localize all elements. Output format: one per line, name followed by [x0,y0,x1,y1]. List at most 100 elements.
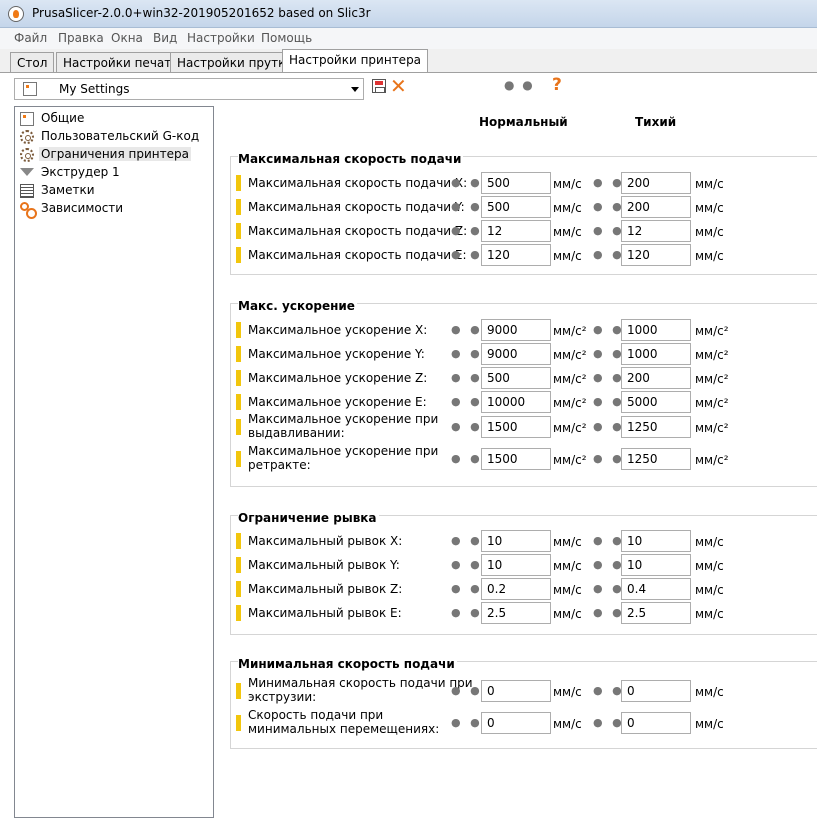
menu-view[interactable]: Вид [153,31,177,45]
group-title: Ограничение рывка [238,511,379,525]
menu-file[interactable]: Файл [14,31,47,45]
lock-undo-dots[interactable]: ● ● [593,582,625,595]
normal-value-input[interactable]: 0 [481,680,551,702]
unit-label: мм/с [553,583,582,597]
lock-undo-dots[interactable]: ● ● [451,176,483,189]
lock-undo-dots[interactable]: ● ● [451,452,483,465]
silent-value-input[interactable]: 1250 [621,448,691,470]
setting-label: Максимальный рывок Y: [248,558,400,572]
preset-select[interactable]: My Settings [14,78,364,100]
lock-undo-dots[interactable]: ● ● [593,716,625,729]
normal-value-input[interactable]: 1500 [481,448,551,470]
unit-label: мм/с² [695,372,729,386]
menu-edit[interactable]: Правка [58,31,104,45]
lock-undo-dots[interactable]: ● ● [451,248,483,261]
lock-undo-dots[interactable]: ● ● [593,452,625,465]
printer-preset-icon [23,82,37,96]
lock-undo-dots[interactable]: ● ● [593,534,625,547]
lock-undo-dots[interactable]: ● ● [451,606,483,619]
lock-undo-dots[interactable]: ● ● [593,176,625,189]
lock-undo-dots[interactable]: ● ● [451,558,483,571]
normal-value-input[interactable]: 12 [481,220,551,242]
silent-value-input[interactable]: 1250 [621,416,691,438]
unit-label: мм/с [695,249,724,263]
setting-row: Минимальная скорость подачи при экструзии… [236,676,796,704]
menu-settings[interactable]: Настройки [187,31,255,45]
cog-icon [20,130,34,144]
silent-value-input[interactable]: 120 [621,244,691,266]
unit-label: мм/с [553,535,582,549]
lock-undo-dots[interactable]: ● ● [593,371,625,384]
normal-value-input[interactable]: 0 [481,712,551,734]
setting-label: Скорость подачи при минимальных перемещен… [248,708,440,736]
lock-undo-dots[interactable]: ● ● [593,684,625,697]
lock-undo-dots[interactable]: ● ● [451,371,483,384]
normal-value-input[interactable]: 500 [481,172,551,194]
normal-value-input[interactable]: 0.2 [481,578,551,600]
silent-value-input[interactable]: 0 [621,712,691,734]
mode-indicator[interactable]: ● ● [504,78,535,92]
lock-undo-dots[interactable]: ● ● [593,420,625,433]
normal-value-input[interactable]: 10 [481,554,551,576]
lock-undo-dots[interactable]: ● ● [451,716,483,729]
lock-undo-dots[interactable]: ● ● [593,347,625,360]
tab-plater[interactable]: Стол [10,52,55,73]
lock-undo-dots[interactable]: ● ● [593,200,625,213]
silent-value-input[interactable]: 0.4 [621,578,691,600]
setting-row: Максимальное ускорение при ретракте: ● ● 15… [236,444,796,472]
lock-undo-dots[interactable]: ● ● [451,224,483,237]
silent-value-input[interactable]: 10 [621,530,691,552]
setting-row: Максимальная скорость подачи E: ● ● 120 мм/… [236,244,796,266]
setting-row: Максимальная скорость подачи X: ● ● 500 мм/… [236,172,796,194]
lock-undo-dots[interactable]: ● ● [593,395,625,408]
lock-undo-dots[interactable]: ● ● [451,420,483,433]
lock-undo-dots[interactable]: ● ● [593,224,625,237]
silent-value-input[interactable]: 2.5 [621,602,691,624]
normal-value-input[interactable]: 2.5 [481,602,551,624]
normal-value-input[interactable]: 10 [481,530,551,552]
silent-value-input[interactable]: 1000 [621,343,691,365]
help-icon[interactable]: ? [552,75,562,95]
tree-item-label: Заметки [41,183,95,197]
normal-value-input[interactable]: 120 [481,244,551,266]
silent-value-input[interactable]: 1000 [621,319,691,341]
normal-value-input[interactable]: 9000 [481,319,551,341]
normal-value-input[interactable]: 9000 [481,343,551,365]
normal-value-input[interactable]: 1500 [481,416,551,438]
silent-value-input[interactable]: 0 [621,680,691,702]
lock-undo-dots[interactable]: ● ● [451,395,483,408]
silent-value-input[interactable]: 200 [621,172,691,194]
lock-undo-dots[interactable]: ● ● [451,534,483,547]
menu-window[interactable]: Окна [111,31,143,45]
lock-undo-dots[interactable]: ● ● [593,248,625,261]
tab-print-settings[interactable]: Настройки печати [56,52,187,73]
setting-row: Максимальное ускорение X: ● ● 9000 мм/с² ● ●… [236,319,796,341]
silent-value-input[interactable]: 10 [621,554,691,576]
lock-undo-dots[interactable]: ● ● [451,684,483,697]
normal-value-input[interactable]: 500 [481,196,551,218]
unit-label: мм/с [553,225,582,239]
lock-undo-dots[interactable]: ● ● [593,323,625,336]
silent-value-input[interactable]: 200 [621,196,691,218]
unit-label: мм/с [695,225,724,239]
lock-undo-dots[interactable]: ● ● [451,582,483,595]
setting-row: Максимальная скорость подачи Z: ● ● 12 мм/с… [236,220,796,242]
general-icon [20,112,34,126]
tab-printer-settings[interactable]: Настройки принтера [282,49,429,73]
lock-undo-dots[interactable]: ● ● [593,558,625,571]
normal-value-input[interactable]: 10000 [481,391,551,413]
save-preset-icon[interactable] [372,79,386,93]
menu-help[interactable]: Помощь [261,31,312,45]
lock-undo-dots[interactable]: ● ● [451,323,483,336]
lock-undo-dots[interactable]: ● ● [593,606,625,619]
normal-value-input[interactable]: 500 [481,367,551,389]
silent-value-input[interactable]: 5000 [621,391,691,413]
tab-filament-settings[interactable]: Настройки прутка [170,52,300,73]
delete-preset-icon[interactable]: ✕ [390,76,407,96]
lock-undo-dots[interactable]: ● ● [451,200,483,213]
lock-undo-dots[interactable]: ● ● [451,347,483,360]
unit-label: мм/с² [553,348,587,362]
silent-value-input[interactable]: 200 [621,367,691,389]
silent-value-input[interactable]: 12 [621,220,691,242]
link-icon [20,202,37,219]
